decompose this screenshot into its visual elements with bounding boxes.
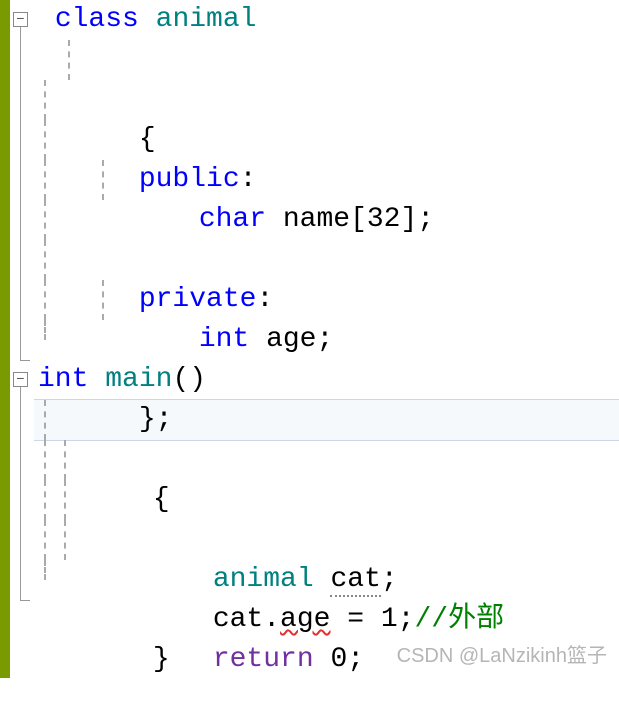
keyword-class: class (55, 4, 139, 35)
comment: //外部 (414, 604, 504, 635)
indent-guide (44, 520, 46, 560)
indent-guide (44, 120, 46, 160)
error-member: age (280, 604, 330, 635)
indent-guide (44, 240, 46, 280)
code-line[interactable]: { (38, 40, 619, 80)
code-line[interactable]: class animal (38, 0, 619, 40)
fold-toggle-class[interactable]: − (13, 12, 28, 27)
indent-guide (68, 40, 70, 80)
fold-gutter: − − (10, 0, 34, 678)
indent-guide (64, 480, 66, 520)
indent-guide (44, 160, 46, 200)
indent-guide (44, 320, 46, 340)
keyword-int: int (38, 364, 88, 395)
object-ref: cat. (213, 604, 280, 635)
code-line[interactable] (38, 280, 619, 320)
code-line[interactable]: private: (38, 200, 619, 240)
indent-guide (102, 160, 104, 200)
indent-guide (64, 440, 66, 480)
code-line[interactable]: char name[32]; (38, 120, 619, 160)
fold-end-class (20, 360, 30, 361)
indent-guide (102, 280, 104, 320)
parens: () (172, 364, 206, 395)
code-editor: − − class animal { public: char name[32]… (0, 0, 619, 678)
fold-toggle-main[interactable]: − (13, 372, 28, 387)
fold-guide-main (20, 387, 21, 600)
code-line[interactable] (38, 160, 619, 200)
indent-guide (44, 560, 46, 580)
code-line[interactable]: cat.age = 1;//外部 (38, 480, 619, 520)
code-line[interactable]: public: (38, 80, 619, 120)
function-name: main (105, 364, 172, 395)
code-line[interactable]: int main() (38, 360, 619, 400)
fold-end-main (20, 600, 30, 601)
code-line[interactable]: int age; (38, 240, 619, 280)
fold-guide-class (20, 27, 21, 360)
indent-guide (44, 480, 46, 520)
indent-guide (44, 80, 46, 120)
code-line[interactable]: } (38, 560, 619, 600)
keyword-return: return (213, 644, 314, 675)
indent-guide (44, 200, 46, 240)
minus-icon: − (16, 13, 24, 27)
return-value: 0; (330, 644, 364, 675)
change-margin-bar (0, 0, 10, 678)
code-line[interactable]: }; (38, 320, 619, 360)
code-line[interactable]: return 0; (38, 520, 619, 560)
assignment: = 1; (330, 604, 414, 635)
code-area[interactable]: class animal { public: char name[32]; pr… (34, 0, 619, 678)
indent-guide (44, 280, 46, 320)
indent-guide (44, 400, 46, 440)
minus-icon: − (16, 373, 24, 387)
code-line[interactable]: { (38, 400, 619, 440)
indent-guide (44, 440, 46, 480)
code-line[interactable]: animal cat; (38, 440, 619, 480)
class-name: animal (156, 4, 257, 35)
brace-close: } (153, 644, 170, 675)
indent-guide (64, 520, 66, 560)
